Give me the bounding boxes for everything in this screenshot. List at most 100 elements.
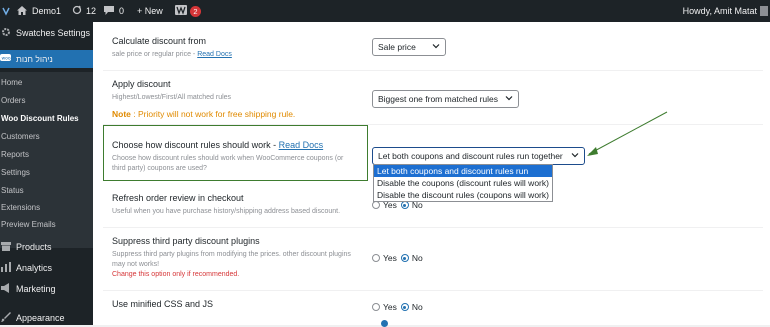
megaphone-icon [0,283,11,295]
new-label: + New [137,6,163,16]
read-docs-link[interactable]: Read Docs [279,140,324,150]
home-icon [17,5,27,17]
comments-link[interactable]: 0 [104,0,124,22]
submenu-label: Orders [1,95,26,105]
submenu-label: Woo Discount Rules [1,113,79,123]
choose-rules-desc: Choose how discount rules should work wh… [112,155,344,172]
updates-count: 12 [86,6,97,16]
submenu-label: Preview Emails [1,219,56,229]
refresh-icon [72,5,82,17]
radio-label: No [411,302,423,312]
plugin-notifications[interactable]: 2 [175,0,201,22]
submenu-item-extensions[interactable]: Extensions [0,200,94,214]
suppress-plugins-radios: Yes No [372,253,427,263]
svg-text:woo: woo [2,57,11,62]
plugin-icon [175,5,187,17]
suppress-no-radio[interactable] [400,254,409,262]
divider [103,290,763,291]
refresh-no-radio[interactable] [400,201,409,209]
refresh-order-desc: Useful when you have purchase history/sh… [112,208,341,215]
select-value: Let both coupons and discount rules run … [378,151,563,161]
refresh-order-title: Refresh order review in checkout [112,193,244,203]
title-text: Choose how discount rules should work - [112,140,279,150]
note-text: : Priority will not work for free shippi… [130,109,296,119]
choose-rules-select[interactable]: Let both coupons and discount rules run … [372,147,585,165]
refresh-yes-radio[interactable] [372,201,380,209]
read-docs-link[interactable]: Read Docs [197,51,232,58]
chevron-down-icon [505,94,513,104]
notification-badge: 2 [190,5,201,17]
radio-label: No [411,253,423,263]
dropdown-option[interactable]: Disable the coupons (discount rules will… [374,177,552,189]
sidebar-item-appearance[interactable]: Appearance [0,310,93,326]
submenu-item-reports[interactable]: Reports [0,147,94,161]
submenu-label: Extensions [1,202,41,212]
apply-discount-select[interactable]: Biggest one from matched rules [372,90,519,108]
minified-assets-title: Use minified CSS and JS [112,299,214,309]
apply-discount-note: Note : Priority will not work for free s… [112,109,295,119]
annotation-arrow [587,111,668,156]
select-value: Biggest one from matched rules [378,94,499,104]
select-value: Sale price [378,42,416,52]
submenu-item-orders[interactable]: Orders [0,93,94,107]
paintbrush-icon [0,312,11,324]
scroll-indicator [381,320,388,327]
minified-assets-radios: Yes No [372,302,427,312]
submenu-label: Settings [1,167,30,177]
suppress-yes-radio[interactable] [372,254,380,262]
gear-icon [0,27,11,39]
suppress-plugins-title: Suppress third party discount plugins [112,236,260,246]
divider [103,227,763,228]
admin-sidebar: Swatches Settings woo ניהול חנות Home Or… [0,22,93,325]
submenu-item-woo-discount-rules[interactable]: Woo Discount Rules [0,111,94,125]
submenu-label: Status [1,185,24,195]
radio-label: Yes [383,302,397,312]
calc-discount-select[interactable]: Sale price [372,38,446,56]
submenu-item-customers[interactable]: Customers [0,129,94,143]
bar-chart-icon [0,262,11,274]
submenu-item-settings[interactable]: Settings [0,165,94,179]
sidebar-item-label: Products [16,242,52,252]
site-home-link[interactable]: Demo1 [17,0,61,22]
sidebar-item-products[interactable]: Products [0,239,93,255]
dropdown-option[interactable]: Let both coupons and discount rules run … [374,165,552,188]
comment-icon [104,5,114,17]
chevron-down-icon [571,151,579,161]
minified-yes-radio[interactable] [372,303,380,311]
updates-link[interactable]: 12 [72,0,96,22]
suppress-plugins-warning: Change this option only if recommended. [112,271,240,278]
suppress-plugins-desc: Suppress third party plugins from modify… [112,251,351,268]
sidebar-item-store[interactable]: woo ניהול חנות [0,50,93,68]
calc-discount-title: Calculate discount from [112,36,207,46]
sidebar-item-swatches[interactable]: Swatches Settings [0,24,93,42]
submenu-label: Home [1,77,23,87]
account-menu[interactable]: Howdy, Amit Matat [683,0,768,22]
submenu-item-status[interactable]: Status [0,183,94,197]
archive-icon [0,241,11,253]
site-name: Demo1 [32,6,62,16]
chevron-down-icon [432,42,440,52]
divider [103,70,763,71]
comments-count: 0 [119,6,125,16]
wp-logo-icon[interactable] [2,0,10,22]
sidebar-item-label: Swatches Settings [16,28,91,38]
sidebar-item-label: Appearance [16,313,65,323]
choose-rules-dropdown-list: Let both coupons and discount rules run … [373,164,553,202]
apply-discount-title: Apply discount [112,79,171,89]
dropdown-option[interactable]: Disable the discount rules (coupons will… [374,189,552,201]
sidebar-item-label: Marketing [16,284,56,294]
new-content-link[interactable]: + New [137,0,163,22]
submenu-item-home[interactable]: Home [0,75,94,89]
radio-label: Yes [383,253,397,263]
submenu-label: Customers [1,131,40,141]
desc-text: sale price or regular price - [112,51,198,58]
sidebar-item-analytics[interactable]: Analytics [0,260,93,276]
submenu-item-preview-emails[interactable]: Preview Emails [0,217,94,231]
minified-no-radio[interactable] [400,303,409,311]
choose-rules-title: Choose how discount rules should work - … [112,140,323,150]
sidebar-item-marketing[interactable]: Marketing [0,281,93,297]
woo-icon: woo [0,54,11,64]
howdy-text: Howdy, Amit Matat [682,6,757,16]
calc-discount-desc: sale price or regular price - Read Docs [112,50,232,60]
admin-bar: Demo1 12 0 + New 2 Howdy, Amit Matat [0,0,770,22]
